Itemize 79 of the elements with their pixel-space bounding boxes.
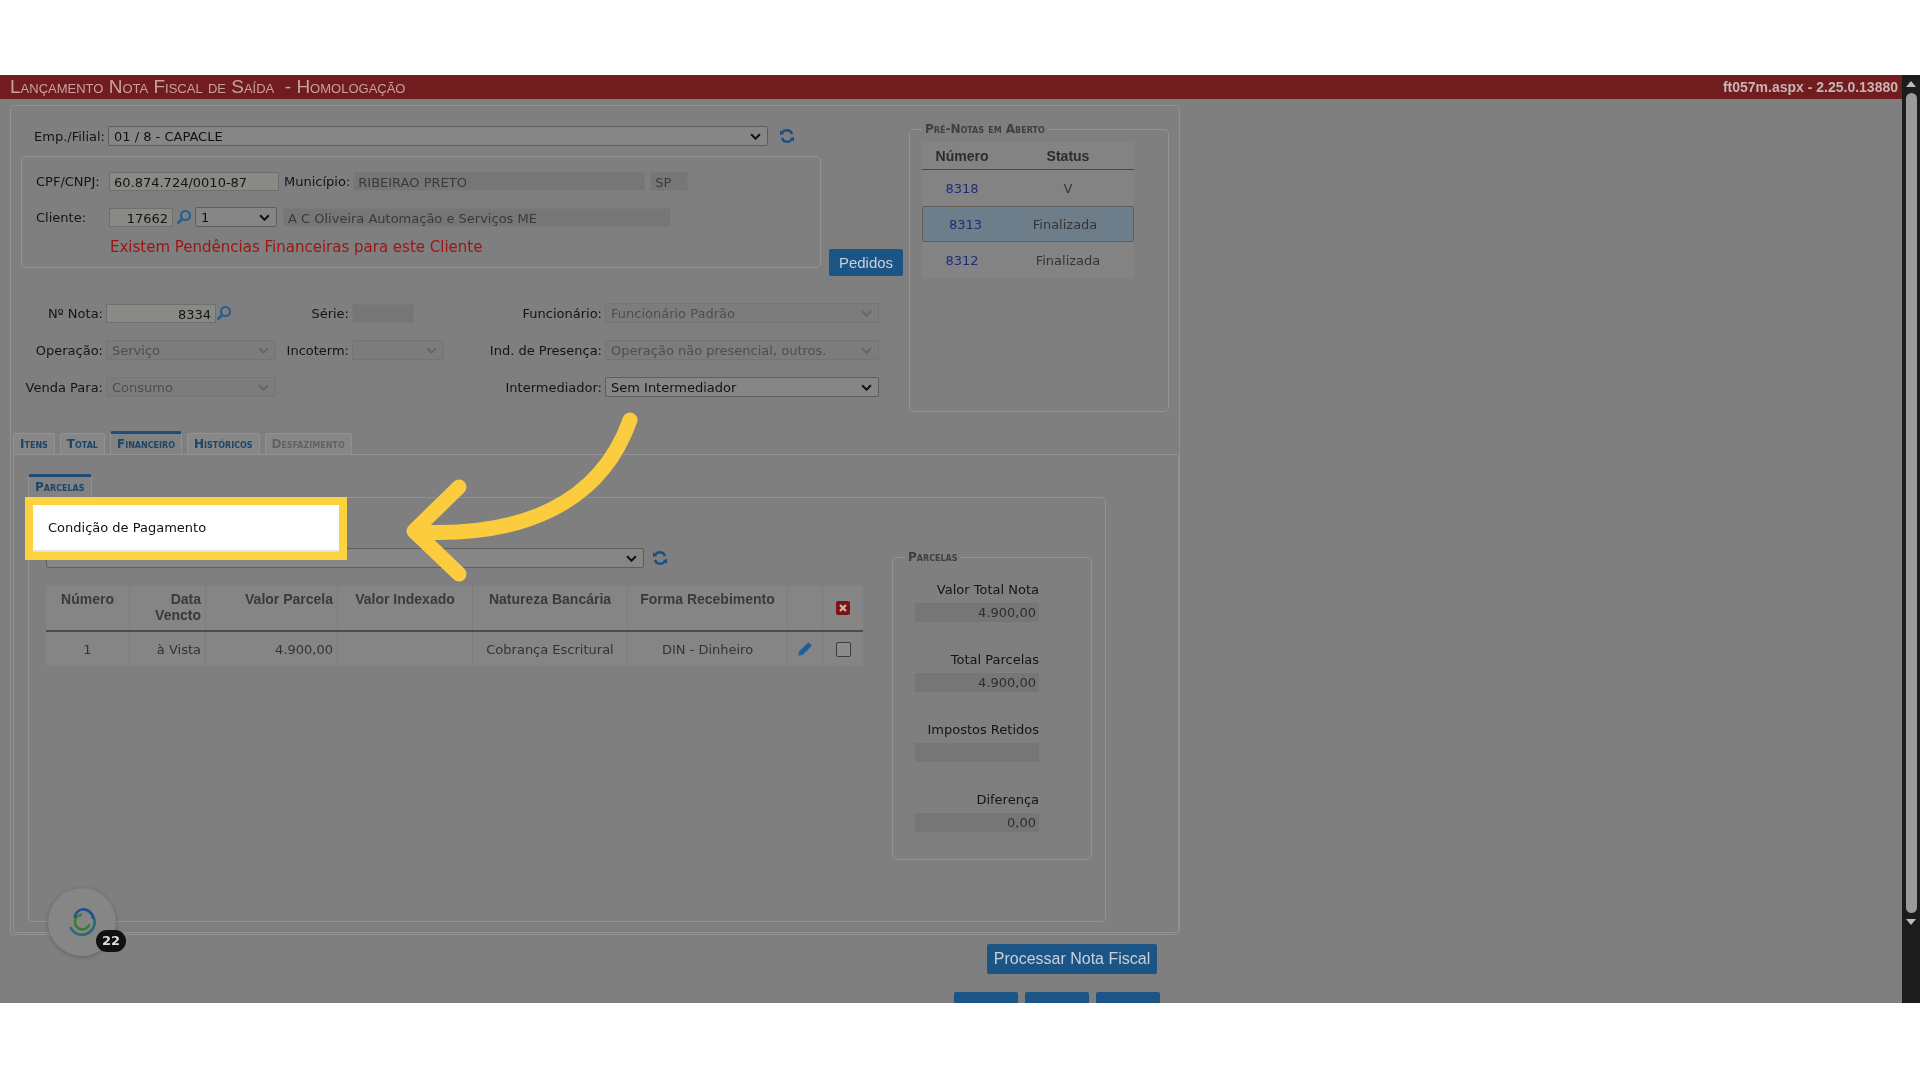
refresh-icon[interactable] bbox=[652, 550, 668, 566]
table-row[interactable]: 8312 Finalizada bbox=[922, 242, 1134, 278]
version-text: ft057m.aspx - 2.25.0.13880 bbox=[1722, 79, 1898, 95]
table-cell: DIN - Dinheiro bbox=[628, 632, 788, 666]
field-label: Diferença bbox=[976, 792, 1039, 807]
field-label: Total Parcelas bbox=[950, 652, 1039, 667]
tab[interactable]: Total bbox=[59, 433, 105, 454]
field-label: Intermediador: bbox=[504, 379, 602, 395]
table-row[interactable]: 8313 Finalizada bbox=[922, 206, 1134, 242]
field-label: Operação: bbox=[34, 342, 103, 358]
cpf-field[interactable]: 60.874.724/0010-87 bbox=[109, 171, 279, 191]
scrollbar[interactable] bbox=[1902, 75, 1920, 1003]
column-header: Número bbox=[934, 147, 990, 164]
city-field: RIBEIRAO PRETO bbox=[353, 171, 646, 191]
total-field: 0,00 bbox=[915, 813, 1039, 832]
note-link[interactable]: 8312 bbox=[922, 252, 1002, 268]
column-header: Data Vencto bbox=[130, 586, 206, 630]
table-cell-text: V bbox=[1062, 180, 1074, 196]
column-header: Valor Parcela bbox=[206, 586, 338, 630]
state-field: SP bbox=[650, 171, 689, 191]
caret-icon bbox=[259, 213, 270, 221]
tab[interactable]: Financeiro bbox=[109, 431, 182, 454]
process-button[interactable]: Processar Nota Fiscal bbox=[987, 944, 1157, 974]
scrollbar-thumb[interactable] bbox=[1905, 93, 1917, 913]
column-header: Natureza Bancária bbox=[473, 586, 628, 630]
field-label: Impostos Retidos bbox=[927, 722, 1039, 737]
column-header: Status bbox=[1045, 147, 1091, 164]
column-header: Valor Indexado bbox=[338, 586, 473, 630]
field-label: CPF/CNPJ: bbox=[36, 173, 101, 189]
column-header: Forma Recebimento bbox=[628, 586, 788, 630]
client-code-field[interactable]: 17662 bbox=[109, 207, 173, 227]
field-label: Incoterm: bbox=[285, 342, 349, 358]
field-label: Nº Nota: bbox=[46, 305, 103, 321]
tab[interactable]: Parcelas bbox=[28, 474, 92, 497]
table-cell: 1 bbox=[46, 632, 130, 666]
field-label: Município: bbox=[283, 173, 351, 189]
client-name-field: A C Oliveira Automação e Serviços ME bbox=[283, 207, 671, 227]
caret-icon bbox=[626, 554, 637, 562]
column-header: Número bbox=[46, 586, 130, 630]
caret-icon bbox=[861, 383, 872, 391]
table-cell: Cobrança Escritural bbox=[473, 632, 628, 666]
client-seq-select[interactable]: 1 bbox=[195, 207, 277, 227]
pencil-icon[interactable] bbox=[796, 640, 814, 658]
search-icon[interactable] bbox=[216, 305, 232, 321]
tab[interactable]: Históricos bbox=[187, 433, 260, 454]
refresh-icon[interactable] bbox=[779, 128, 795, 144]
note-link[interactable]: 8318 bbox=[922, 180, 1002, 196]
scroll-up-icon[interactable] bbox=[1906, 81, 1916, 87]
table-cell-text: Finalizada bbox=[1031, 216, 1099, 232]
tab[interactable]: Itens bbox=[13, 433, 55, 454]
page-title: Lançamento Nota Fiscal de Saída - Homologação bbox=[10, 76, 406, 98]
search-icon[interactable] bbox=[176, 209, 192, 225]
notification-badge: 22 bbox=[96, 930, 126, 952]
field-label: Série: bbox=[310, 305, 349, 321]
field-label: Valor Total Nota bbox=[936, 582, 1039, 597]
panel-title: Parcelas bbox=[907, 550, 959, 564]
field-label: Condição de Pagamento bbox=[48, 520, 207, 535]
table-cell-text: Finalizada bbox=[1034, 252, 1102, 268]
warning-message: Existem Pendências Financeiras para este Cliente bbox=[109, 238, 484, 256]
table-cell: à Vista bbox=[130, 632, 206, 666]
table-row[interactable]: 8318 V bbox=[922, 170, 1134, 206]
field-label: Venda Para: bbox=[24, 379, 103, 395]
total-field: 4.900,00 bbox=[915, 673, 1039, 692]
dropdown-select[interactable]: Sem Intermediador bbox=[605, 377, 879, 397]
total-field: 4.900,00 bbox=[915, 603, 1039, 622]
field-label: Ind. de Presença: bbox=[488, 342, 602, 358]
company-select[interactable]: 01 / 8 - CAPACLE bbox=[108, 126, 768, 146]
delete-icon[interactable] bbox=[836, 601, 850, 615]
field-label: Emp./Filial: bbox=[33, 128, 105, 144]
panel-title: Pré-Notas em Aberto bbox=[924, 122, 1046, 136]
field-label: Cliente: bbox=[36, 209, 87, 225]
orders-button[interactable]: Pedidos bbox=[829, 249, 903, 276]
table-cell: 4.900,00 bbox=[206, 632, 338, 666]
field-label: Funcionário: bbox=[521, 305, 602, 321]
note-link[interactable]: 8313 bbox=[928, 216, 1004, 232]
checkbox[interactable] bbox=[835, 641, 851, 657]
caret-icon bbox=[750, 132, 761, 140]
scroll-down-icon[interactable] bbox=[1906, 919, 1916, 925]
note-number-field[interactable]: 8334 bbox=[106, 303, 216, 323]
